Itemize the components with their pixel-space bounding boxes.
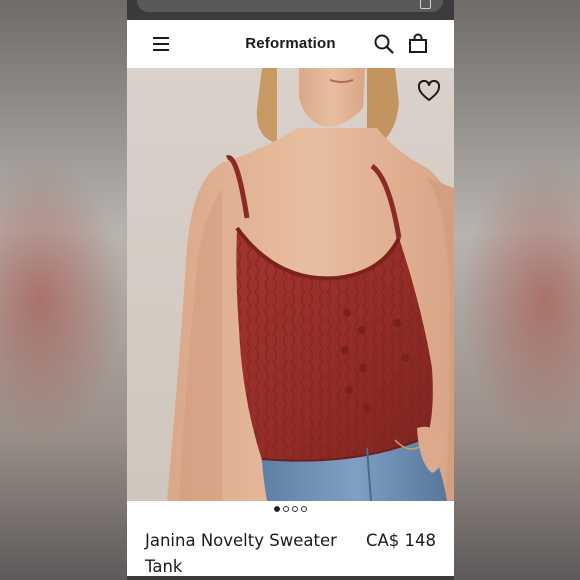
search-icon[interactable] (373, 33, 395, 55)
shopping-bag-icon[interactable] (407, 33, 429, 55)
site-header: Reformation (127, 20, 454, 68)
heart-icon[interactable] (417, 80, 441, 102)
product-photo (127, 68, 454, 501)
product-image[interactable] (127, 68, 454, 501)
product-price: CA$ 148 (365, 531, 436, 550)
carousel-dot-3[interactable] (292, 506, 298, 512)
carousel-dot-2[interactable] (283, 506, 289, 512)
product-title[interactable]: Janina Novelty Sweater Tank (145, 528, 355, 580)
image-carousel-indicator (127, 506, 454, 516)
tabs-icon[interactable] (420, 0, 431, 9)
bottom-edge (127, 576, 454, 580)
address-bar[interactable] (137, 0, 443, 12)
browser-chrome (127, 0, 454, 20)
carousel-dot-1[interactable] (274, 506, 280, 512)
brand-logo[interactable]: Reformation (127, 35, 454, 52)
carousel-dot-4[interactable] (301, 506, 307, 512)
mobile-screen: Reformation Janina Novelty Sweater Tank … (127, 0, 454, 580)
